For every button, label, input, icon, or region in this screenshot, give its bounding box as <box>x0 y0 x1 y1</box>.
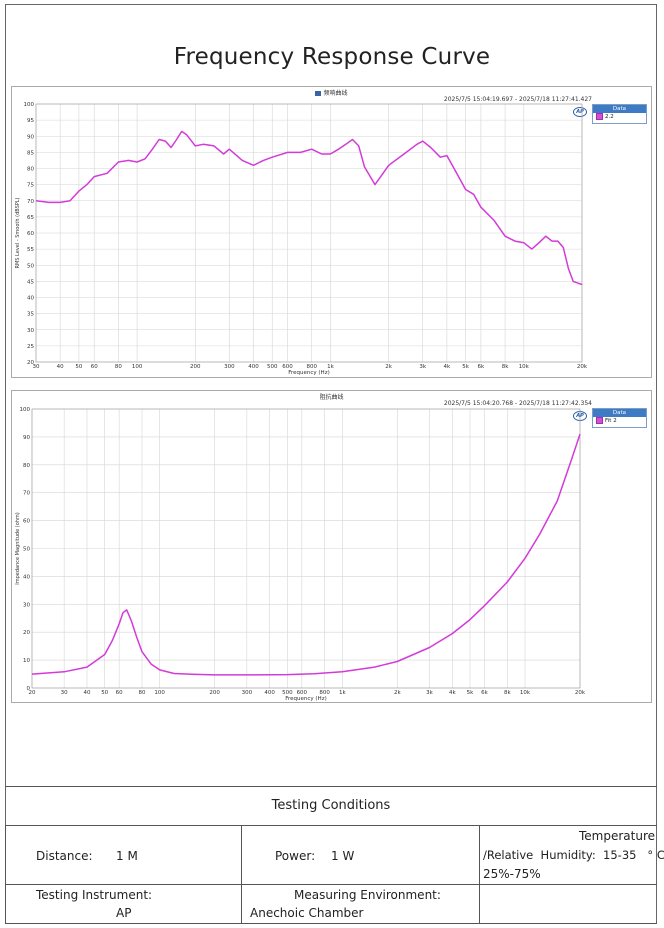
x-tick-label: 20k <box>577 364 588 370</box>
environment-value: Anechoic Chamber <box>250 906 364 920</box>
page-title: Frequency Response Curve <box>173 44 491 70</box>
x-tick-label: 6k <box>481 690 488 696</box>
instrument-label: Testing Instrument: <box>36 888 153 902</box>
x-tick-label: 8k <box>502 364 509 370</box>
y-tick-label: 75 <box>27 183 34 189</box>
y-tick-label: 65 <box>27 215 34 221</box>
y-tick-label: 50 <box>23 547 30 553</box>
y-tick-label: 90 <box>27 134 34 140</box>
x-tick-label: 300 <box>242 690 253 696</box>
temperature-cell: Temperature /Relative Humidity: 15-35 ° … <box>479 825 664 885</box>
y-tick-label: 40 <box>23 574 30 580</box>
y-tick-label: 70 <box>27 199 34 205</box>
y-tick-label: 50 <box>27 263 34 269</box>
temperature-label: Temperature <box>578 829 655 843</box>
x-tick-label: 5k <box>467 690 474 696</box>
y-tick-label: 30 <box>27 328 34 334</box>
series-line <box>31 433 581 676</box>
x-tick-label: 5k <box>462 364 469 370</box>
empty-cell <box>479 884 657 924</box>
y-tick-label: 95 <box>27 118 34 124</box>
x-tick-label: 50 <box>101 690 108 696</box>
x-tick-label: 80 <box>138 690 145 696</box>
x-tick-label: 100 <box>154 690 165 696</box>
x-tick-label: 2k <box>385 364 392 370</box>
y-tick-label: 20 <box>23 630 30 636</box>
x-tick-label: 60 <box>91 364 98 370</box>
distance-label: Distance: <box>36 849 93 863</box>
power-cell: Power: 1 W <box>241 825 480 885</box>
y-axis-label: Impedance Magnitude (ohm) <box>15 512 21 585</box>
x-tick-label: 3k <box>426 690 433 696</box>
x-axis-label: Frequency (Hz) <box>285 696 326 702</box>
y-tick-label: 35 <box>27 312 34 318</box>
x-tick-label: 100 <box>132 364 143 370</box>
x-tick-label: 3k <box>419 364 426 370</box>
x-tick-label: 200 <box>190 364 201 370</box>
series-line <box>35 130 583 286</box>
frequency-response-panel: 频响曲线 2025/7/5 15:04:19.697 - 2025/7/18 1… <box>11 86 652 378</box>
y-tick-label: 100 <box>24 102 35 108</box>
x-tick-label: 1k <box>339 690 346 696</box>
y-tick-label: 55 <box>27 247 34 253</box>
power-label: Power: <box>275 849 316 863</box>
y-tick-label: 10 <box>23 658 30 664</box>
y-tick-label: 25 <box>27 344 34 350</box>
x-tick-label: 60 <box>116 690 123 696</box>
y-axis-label: RMS Level - Smooth (dBSPL) <box>15 197 21 268</box>
y-tick-label: 80 <box>23 463 30 469</box>
x-tick-label: 20k <box>575 690 586 696</box>
x-tick-label: 4k <box>444 364 451 370</box>
x-tick-label: 40 <box>57 364 64 370</box>
x-tick-label: 200 <box>209 690 220 696</box>
y-tick-label: 40 <box>27 296 34 302</box>
y-tick-label: 30 <box>23 602 30 608</box>
x-tick-label: 50 <box>75 364 82 370</box>
instrument-value: AP <box>116 906 132 920</box>
y-tick-label: 100 <box>20 407 31 413</box>
x-tick-label: 80 <box>115 364 122 370</box>
x-tick-label: 6k <box>478 364 485 370</box>
y-tick-label: 85 <box>27 150 34 156</box>
y-tick-label: 90 <box>23 435 30 441</box>
environment-label: Measuring Environment: <box>294 888 441 902</box>
y-tick-label: 45 <box>27 279 34 285</box>
impedance-panel: 阻抗曲线 2025/7/5 15:04:20.768 - 2025/7/18 1… <box>11 390 652 703</box>
x-tick-label: 8k <box>504 690 511 696</box>
y-tick-label: 80 <box>27 167 34 173</box>
y-tick-label: 0 <box>27 686 31 692</box>
instrument-cell: Testing Instrument: AP <box>5 884 242 924</box>
y-tick-label: 60 <box>23 519 30 525</box>
environment-cell: Measuring Environment: Anechoic Chamber <box>241 884 480 924</box>
x-tick-label: 30 <box>61 690 68 696</box>
y-tick-label: 20 <box>27 360 34 366</box>
x-tick-label: 10k <box>519 364 530 370</box>
x-tick-label: 40 <box>83 690 90 696</box>
y-tick-label: 70 <box>23 491 30 497</box>
impedance-chart: 20 30 40 50 60 80 100 200 300 400 500 600 800 1k 2k 3k 4… <box>15 407 586 702</box>
y-tick-label: 60 <box>27 231 34 237</box>
x-tick-label: 10k <box>520 690 531 696</box>
x-tick-label: 500 <box>267 364 278 370</box>
conditions-heading: Testing Conditions <box>5 786 657 826</box>
x-tick-label: 400 <box>264 690 275 696</box>
x-tick-label: 4k <box>449 690 456 696</box>
x-tick-label: 2k <box>394 690 401 696</box>
distance-cell: Distance: 1 M <box>5 825 242 885</box>
x-tick-label: 300 <box>224 364 235 370</box>
x-tick-label: 400 <box>248 364 259 370</box>
testing-conditions-table: Testing Conditions Distance: 1 M Power: … <box>5 786 664 924</box>
distance-value: 1 M <box>116 849 138 863</box>
x-axis-label: Frequency (Hz) <box>288 370 329 376</box>
frequency-response-chart: 30 40 50 60 80 100 200 300 400 500 600 800 1k 2k 3k 4k 5… <box>15 102 588 376</box>
power-value: 1 W <box>331 849 355 863</box>
humidity-range: 25%-75% <box>483 867 541 881</box>
humidity-label: /Relative Humidity: 15-35 ° C / <box>483 848 664 862</box>
